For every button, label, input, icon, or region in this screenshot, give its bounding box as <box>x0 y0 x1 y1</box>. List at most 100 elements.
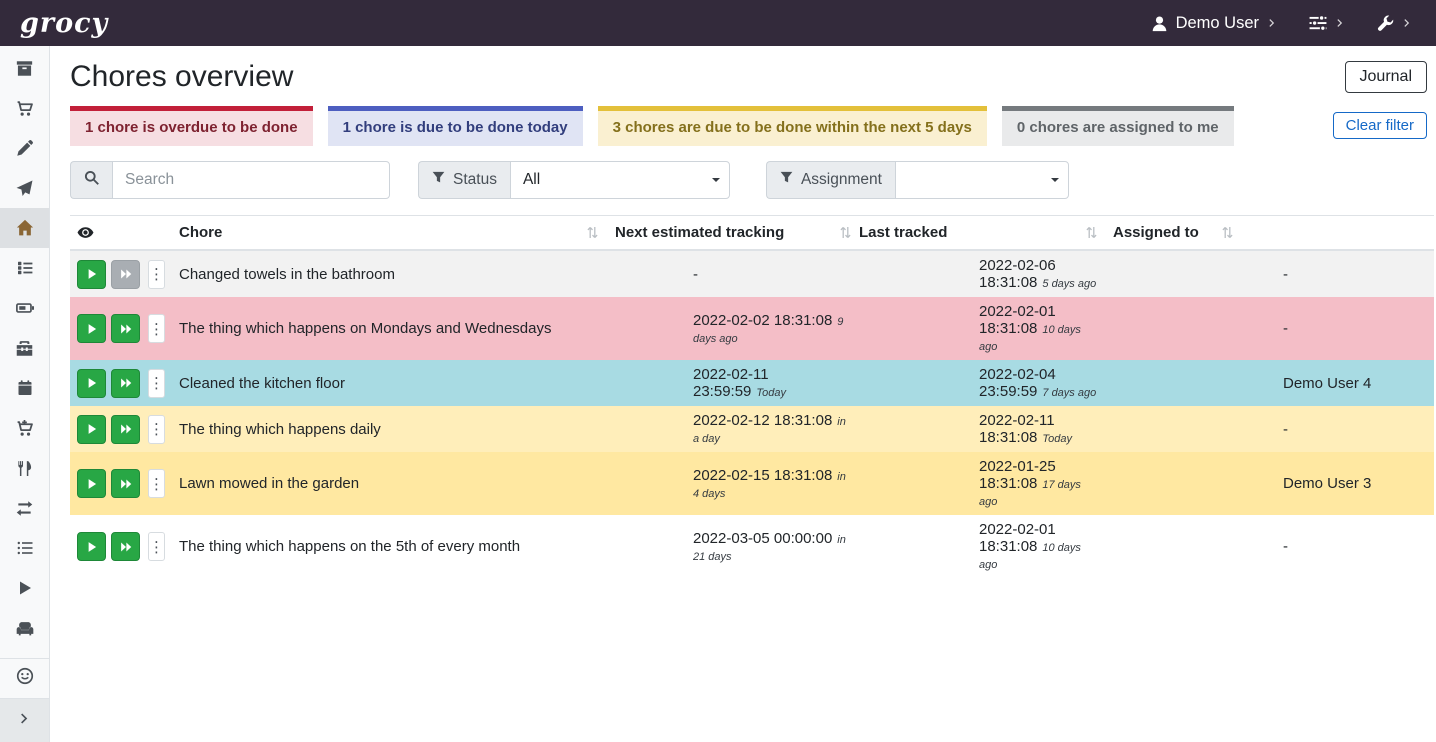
column-header-next-estimated-tracking[interactable]: Next estimated tracking <box>608 215 855 250</box>
row-menu-button[interactable]: ⋮ <box>148 260 165 289</box>
row-menu-button[interactable]: ⋮ <box>148 415 165 444</box>
assignment-select[interactable] <box>895 161 1069 199</box>
next-estimated-tracking-cell: 2022-02-15 18:31:08in 4 days <box>608 452 855 515</box>
sidebar-item-tasks[interactable] <box>0 248 49 288</box>
chore-name-cell: Cleaned the kitchen floor <box>172 360 608 406</box>
user-icon <box>1151 15 1168 32</box>
column-visibility-header[interactable] <box>70 215 172 250</box>
next-estimated-tracking-cell: 2022-02-11 23:59:59Today <box>608 360 855 406</box>
skip-execution-button[interactable] <box>111 469 140 498</box>
sort-icon <box>1086 226 1097 239</box>
app-logo[interactable]: grocy <box>20 10 108 37</box>
settings-menu[interactable] <box>1309 14 1345 32</box>
assigned-to-cell: - <box>1105 406 1434 452</box>
sidebar-item-stock-overview[interactable] <box>0 48 49 88</box>
summary-cards-row: 1 chore is overdue to be done 1 chore is … <box>70 106 1427 146</box>
skip-execution-button[interactable] <box>111 415 140 444</box>
search-input[interactable] <box>112 161 390 199</box>
row-menu-button[interactable]: ⋮ <box>148 469 165 498</box>
track-execution-button[interactable] <box>77 369 106 398</box>
status-select-value: All <box>523 171 540 189</box>
track-execution-button[interactable] <box>77 260 106 289</box>
fast-forward-icon <box>120 541 132 553</box>
sidebar-item-purchase[interactable] <box>0 408 49 448</box>
last-tracked-cell: 2022-02-06 18:31:085 days ago <box>855 250 1105 297</box>
chores-table-body: ⋮Changed towels in the bathroom-2022-02-… <box>70 250 1434 578</box>
top-navbar: grocy Demo User <box>0 0 1436 46</box>
track-execution-button[interactable] <box>77 532 106 561</box>
row-actions-cell: ⋮ <box>70 452 172 515</box>
sidebar-expand-toggle[interactable] <box>0 698 49 742</box>
play-icon <box>17 580 33 596</box>
exchange-icon <box>16 500 33 517</box>
page-title: Chores overview <box>70 57 293 96</box>
clear-filter-button[interactable]: Clear filter <box>1333 112 1427 139</box>
summary-card-overdue[interactable]: 1 chore is overdue to be done <box>70 106 313 146</box>
sidebar-item-batteries-overview[interactable] <box>0 288 49 328</box>
last-tracked-cell: 2022-02-01 18:31:0810 days ago <box>855 515 1105 578</box>
next-estimated-tracking-cell: 2022-03-05 00:00:00in 21 days <box>608 515 855 578</box>
play-icon <box>86 478 98 490</box>
timeago-label: 7 days ago <box>1042 387 1096 399</box>
filter-icon <box>780 171 793 189</box>
sidebar-item-chore-tracking[interactable] <box>0 568 49 608</box>
journal-button[interactable]: Journal <box>1345 61 1427 93</box>
skip-execution-button[interactable] <box>111 532 140 561</box>
chore-row: ⋮The thing which happens on the 5th of e… <box>70 515 1434 578</box>
sidebar-item-meal-plan[interactable] <box>0 168 49 208</box>
column-header-assigned-to[interactable]: Assigned to <box>1105 215 1434 250</box>
sliders-icon <box>1309 14 1327 32</box>
summary-card-due-today[interactable]: 1 chore is due to be done today <box>328 106 583 146</box>
sidebar-item-smiley[interactable] <box>0 658 49 698</box>
timeago-label: Today <box>1042 433 1072 445</box>
play-icon <box>86 323 98 335</box>
chevron-right-icon <box>18 712 31 730</box>
ellipsis-vertical-icon: ⋮ <box>149 475 164 493</box>
search-icon <box>84 170 99 190</box>
paper-plane-icon <box>16 180 33 197</box>
track-execution-button[interactable] <box>77 314 106 343</box>
column-header-last-tracked[interactable]: Last tracked <box>855 215 1105 250</box>
sidebar <box>0 46 50 742</box>
sidebar-bottom <box>0 658 49 742</box>
home-icon <box>16 219 34 237</box>
sort-icon <box>1222 226 1233 239</box>
sidebar-item-equipment[interactable] <box>0 328 49 368</box>
page-header: Chores overview Journal <box>70 57 1427 96</box>
cart-icon <box>16 100 33 117</box>
sidebar-item-battery-tracking[interactable] <box>0 608 49 648</box>
row-menu-button[interactable]: ⋮ <box>148 369 165 398</box>
chore-name-cell: Changed towels in the bathroom <box>172 250 608 297</box>
skip-execution-button[interactable] <box>111 314 140 343</box>
user-menu[interactable]: Demo User <box>1151 14 1277 33</box>
sidebar-item-recipes[interactable] <box>0 128 49 168</box>
row-menu-button[interactable]: ⋮ <box>148 314 165 343</box>
play-icon <box>86 268 98 280</box>
summary-card-due-soon[interactable]: 3 chores are due to be done within the n… <box>598 106 987 146</box>
battery-icon <box>16 299 34 317</box>
column-header-chore[interactable]: Chore <box>172 215 608 250</box>
status-select[interactable]: All <box>510 161 730 199</box>
track-execution-button[interactable] <box>77 415 106 444</box>
assigned-to-cell: - <box>1105 297 1434 360</box>
sidebar-item-shopping-list[interactable] <box>0 88 49 128</box>
sidebar-item-calendar[interactable] <box>0 368 49 408</box>
chore-name-cell: Lawn mowed in the garden <box>172 452 608 515</box>
admin-menu[interactable] <box>1377 15 1412 32</box>
chore-name-cell: The thing which happens on the 5th of ev… <box>172 515 608 578</box>
sidebar-item-chores-overview[interactable] <box>0 208 49 248</box>
status-filter-label: Status <box>418 161 510 199</box>
ellipsis-vertical-icon: ⋮ <box>149 374 164 392</box>
chore-row: ⋮Changed towels in the bathroom-2022-02-… <box>70 250 1434 297</box>
track-execution-button[interactable] <box>77 469 106 498</box>
ellipsis-vertical-icon: ⋮ <box>149 420 164 438</box>
sidebar-item-inventory[interactable] <box>0 528 49 568</box>
summary-card-assigned-to-me[interactable]: 0 chores are assigned to me <box>1002 106 1234 146</box>
row-menu-button[interactable]: ⋮ <box>148 532 165 561</box>
ellipsis-vertical-icon: ⋮ <box>149 265 164 283</box>
filter-icon <box>432 171 445 189</box>
sidebar-item-transfer[interactable] <box>0 488 49 528</box>
skip-execution-button[interactable] <box>111 369 140 398</box>
sidebar-item-consume[interactable] <box>0 448 49 488</box>
sort-icon <box>840 226 851 239</box>
